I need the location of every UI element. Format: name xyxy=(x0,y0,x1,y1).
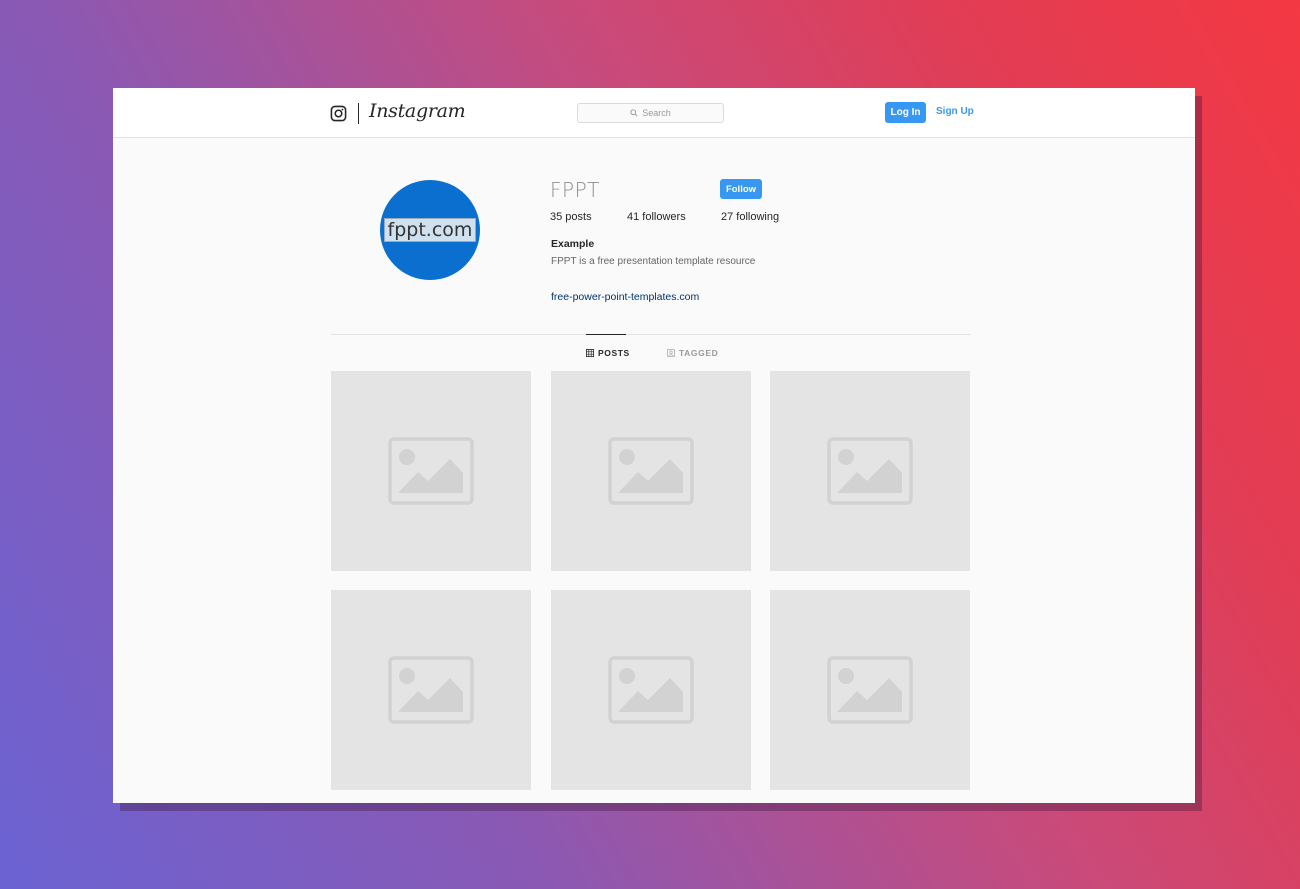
tab-tagged[interactable]: TAGGED xyxy=(667,348,718,358)
tabs-divider xyxy=(331,334,971,335)
image-placeholder-icon xyxy=(608,437,694,505)
instagram-wordmark[interactable]: Instagram xyxy=(369,100,466,122)
followers-count[interactable]: 41 followers xyxy=(627,211,686,223)
browser-window: Instagram Search Log In Sign Up fppt.com… xyxy=(113,88,1195,803)
tab-tagged-label: TAGGED xyxy=(679,348,719,358)
tab-posts[interactable]: POSTS xyxy=(586,348,630,358)
post-tile[interactable] xyxy=(551,590,751,790)
search-icon xyxy=(630,109,638,117)
search-placeholder: Search xyxy=(642,108,671,118)
instagram-camera-icon[interactable] xyxy=(330,105,347,122)
login-button[interactable]: Log In xyxy=(885,102,926,123)
profile-username: FPPT xyxy=(550,178,600,202)
image-placeholder-icon xyxy=(388,437,474,505)
search-input[interactable]: Search xyxy=(577,103,724,123)
following-count[interactable]: 27 following xyxy=(721,211,779,223)
image-placeholder-icon xyxy=(388,656,474,724)
grid-icon xyxy=(586,349,594,357)
image-placeholder-icon xyxy=(608,656,694,724)
posts-count: 35 posts xyxy=(550,211,592,223)
profile-avatar[interactable]: fppt.com xyxy=(380,180,480,280)
signup-link[interactable]: Sign Up xyxy=(936,106,974,117)
post-tile[interactable] xyxy=(770,371,970,571)
bio-text: FPPT is a free presentation template res… xyxy=(551,256,756,267)
post-tile[interactable] xyxy=(770,590,970,790)
avatar-text: fppt.com xyxy=(383,218,477,242)
post-tile[interactable] xyxy=(331,590,531,790)
follow-button[interactable]: Follow xyxy=(720,179,762,199)
top-nav: Instagram Search Log In Sign Up xyxy=(113,88,1195,138)
image-placeholder-icon xyxy=(827,437,913,505)
active-tab-indicator xyxy=(586,334,626,335)
website-link[interactable]: free-power-point-templates.com xyxy=(551,291,699,303)
post-tile[interactable] xyxy=(331,371,531,571)
image-placeholder-icon xyxy=(827,656,913,724)
bio-name: Example xyxy=(551,238,595,250)
tag-icon xyxy=(667,349,675,357)
logo-divider xyxy=(358,103,359,124)
tab-posts-label: POSTS xyxy=(598,348,630,358)
post-tile[interactable] xyxy=(551,371,751,571)
